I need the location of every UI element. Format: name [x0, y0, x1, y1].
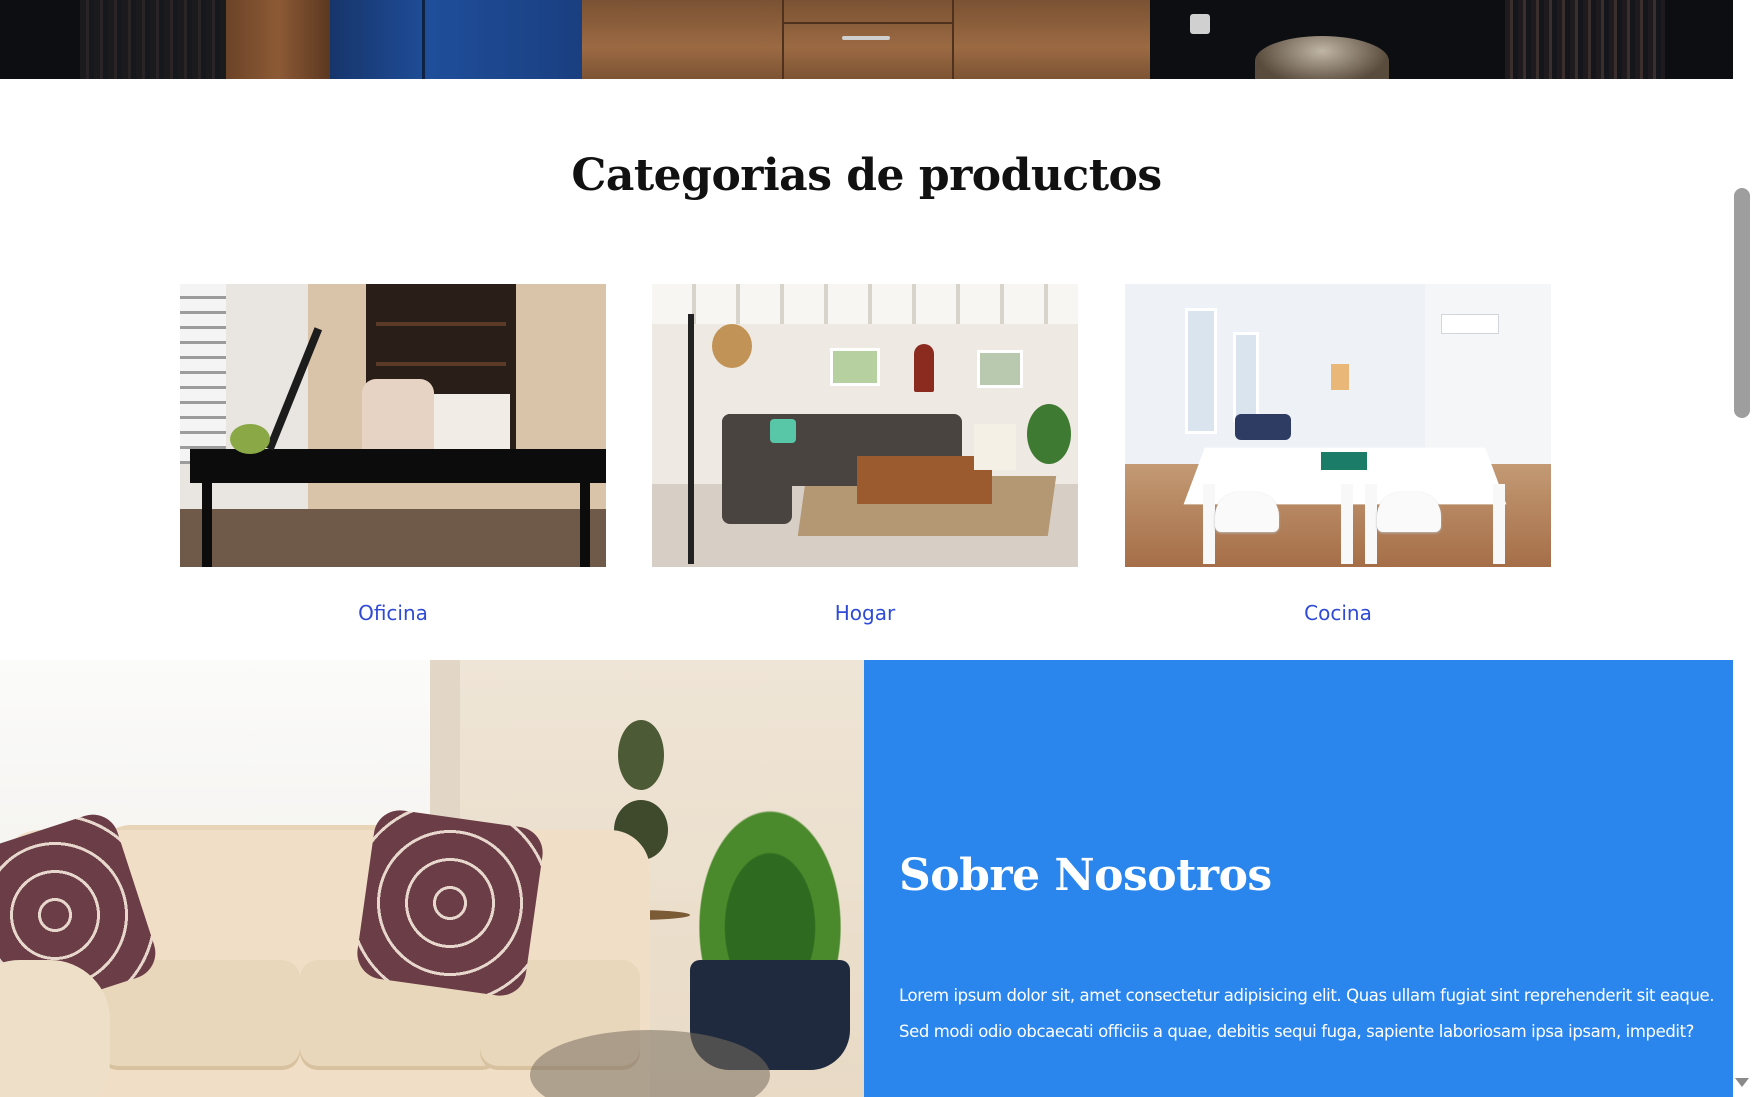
category-card-office[interactable]: Oficina: [180, 284, 606, 634]
scrollbar-track[interactable]: [1733, 0, 1755, 1097]
about-panel: Sobre Nosotros Lorem ipsum dolor sit, am…: [864, 660, 1733, 1097]
category-office-image[interactable]: [180, 284, 606, 567]
category-link-kitchen[interactable]: Cocina: [1125, 601, 1551, 625]
category-kitchen-image[interactable]: [1125, 284, 1551, 567]
scrollbar-thumb[interactable]: [1734, 188, 1750, 418]
scroll-down-arrow-icon[interactable]: [1735, 1078, 1749, 1087]
about-image: [0, 660, 864, 1097]
about-description: Lorem ipsum dolor sit, amet consectetur …: [899, 986, 1715, 1041]
category-link-home[interactable]: Hogar: [652, 601, 1078, 625]
about-title: Sobre Nosotros: [899, 850, 1272, 901]
category-home-image[interactable]: [652, 284, 1078, 567]
category-link-office[interactable]: Oficina: [180, 601, 606, 625]
category-card-home[interactable]: Hogar: [652, 284, 1078, 634]
category-card-kitchen[interactable]: Cocina: [1125, 284, 1551, 634]
categories-title: Categorias de productos: [571, 150, 1162, 201]
hero-banner-image: [0, 0, 1733, 79]
page: Categorias de productos Oficina Hogar Co…: [0, 0, 1755, 1097]
